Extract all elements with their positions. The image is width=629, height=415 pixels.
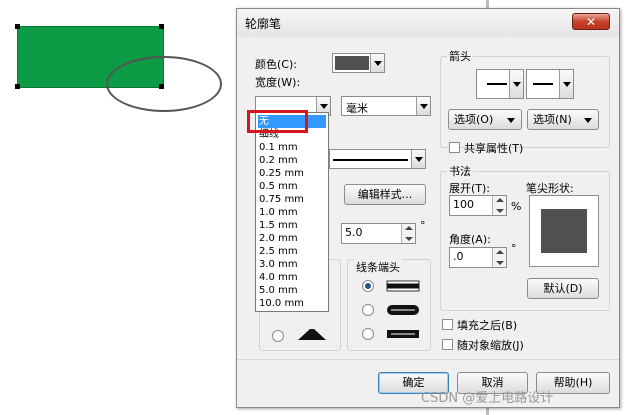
color-swatch — [335, 56, 369, 70]
spinner-arrows-icon[interactable] — [401, 224, 415, 243]
line-preview-icon — [487, 83, 507, 85]
chevron-down-icon — [507, 118, 515, 123]
width-option[interactable]: 3.0 mm — [258, 258, 326, 271]
width-option[interactable]: 2.0 mm — [258, 232, 326, 245]
chevron-down-icon[interactable] — [411, 150, 425, 168]
dialog-title: 轮廓笔 — [245, 17, 282, 31]
chevron-down-icon — [584, 118, 592, 123]
default-button[interactable]: 默认(D) — [527, 278, 599, 299]
arrows-label: 箭头 — [447, 48, 473, 64]
ellipse-shape[interactable] — [106, 56, 222, 112]
corner-radio-bevel[interactable] — [272, 330, 284, 342]
end-arrow-options-button[interactable]: 选项(N) — [527, 109, 599, 130]
shared-attributes-checkbox[interactable] — [449, 142, 460, 153]
butt-cap-icon — [386, 280, 420, 292]
selection-handle[interactable] — [15, 24, 20, 29]
unit-select[interactable]: 毫米 — [341, 96, 431, 116]
color-label: 颜色(C): — [255, 58, 297, 71]
line-caps-group: 线条端头 — [347, 259, 431, 351]
line-style-preview — [333, 159, 408, 161]
percent-symbol: % — [511, 200, 522, 213]
line-preview-icon — [533, 83, 553, 85]
selection-handle[interactable] — [159, 24, 164, 29]
spinner-arrows-icon[interactable] — [492, 196, 506, 215]
width-option[interactable]: 0.75 mm — [258, 193, 326, 206]
start-arrow-options-button[interactable]: 选项(O) — [448, 109, 522, 130]
scale-with-object-label: 随对象缩放(J) — [457, 339, 524, 352]
width-option[interactable]: 0.25 mm — [258, 167, 326, 180]
unit-value: 毫米 — [346, 102, 368, 115]
width-label: 宽度(W): — [255, 76, 301, 89]
width-option[interactable]: 2.5 mm — [258, 245, 326, 258]
start-arrow-select[interactable] — [476, 69, 524, 99]
arrows-group: 箭头 — [440, 48, 610, 148]
start-arrow-options-label: 选项(O) — [454, 113, 494, 126]
nib-shape-preview[interactable] — [529, 195, 599, 267]
width-option[interactable]: 0.2 mm — [258, 154, 326, 167]
width-dropdown-list[interactable]: 无细线 0.1 mm 0.2 mm 0.25 mm 0.5 mm 0.75 mm 1.0 m… — [255, 112, 329, 312]
cap-radio-square[interactable] — [362, 328, 374, 340]
cap-radio-round[interactable] — [362, 304, 374, 316]
nib-square-icon — [541, 209, 587, 253]
end-arrow-options-label: 选项(N) — [533, 113, 572, 126]
width-option[interactable]: 10.0 mm — [258, 297, 326, 310]
nib-angle-value: .0 — [453, 250, 464, 263]
degree-symbol: ° — [420, 219, 426, 232]
stretch-value: 100 — [453, 198, 474, 211]
nib-shape-label: 笔尖形状: — [526, 182, 574, 195]
annotation-highlight-box — [247, 110, 308, 133]
close-button[interactable]: ✕ — [572, 13, 610, 30]
nib-degree-symbol: ° — [511, 242, 517, 255]
dialog-titlebar[interactable]: 轮廓笔 ✕ — [237, 9, 619, 37]
calligraphy-label: 书法 — [447, 163, 473, 179]
shared-attributes-label: 共享属性(T) — [464, 142, 524, 155]
chevron-down-icon[interactable] — [370, 54, 384, 72]
miter-limit-value: 5.0 — [345, 226, 363, 239]
width-option[interactable]: 0.1 mm — [258, 141, 326, 154]
line-style-select[interactable] — [329, 149, 426, 169]
footer-separator — [237, 359, 619, 360]
stretch-spinner[interactable]: 100 — [449, 195, 507, 216]
miter-limit-spinner[interactable]: 5.0 — [341, 223, 416, 244]
nib-angle-spinner[interactable]: .0 — [449, 247, 507, 268]
square-cap-icon — [387, 330, 419, 338]
width-option[interactable]: 5.0 mm — [258, 284, 326, 297]
selection-handle[interactable] — [15, 84, 20, 89]
fill-after-checkbox[interactable] — [442, 319, 453, 330]
width-option[interactable]: 1.5 mm — [258, 219, 326, 232]
spinner-arrows-icon[interactable] — [492, 248, 506, 267]
bevel-corner-icon — [298, 329, 326, 340]
width-option[interactable]: 1.0 mm — [258, 206, 326, 219]
stretch-label: 展开(T): — [449, 182, 491, 195]
width-option[interactable]: 0.5 mm — [258, 180, 326, 193]
end-arrow-select[interactable] — [526, 69, 574, 99]
line-caps-label: 线条端头 — [354, 259, 402, 275]
color-picker[interactable] — [332, 53, 385, 73]
watermark: CSDN @爱上电路设计 — [421, 391, 554, 406]
width-option[interactable]: 4.0 mm — [258, 271, 326, 284]
chevron-down-icon[interactable] — [416, 97, 430, 115]
angle-label: 角度(A): — [449, 233, 491, 246]
fill-after-label: 填充之后(B) — [457, 319, 518, 332]
scale-with-object-checkbox[interactable] — [442, 339, 453, 350]
round-cap-icon — [387, 305, 419, 315]
chevron-down-icon[interactable] — [509, 70, 523, 98]
chevron-down-icon[interactable] — [559, 70, 573, 98]
edit-style-button[interactable]: 编辑样式... — [344, 184, 426, 205]
cap-radio-butt[interactable] — [362, 280, 374, 292]
